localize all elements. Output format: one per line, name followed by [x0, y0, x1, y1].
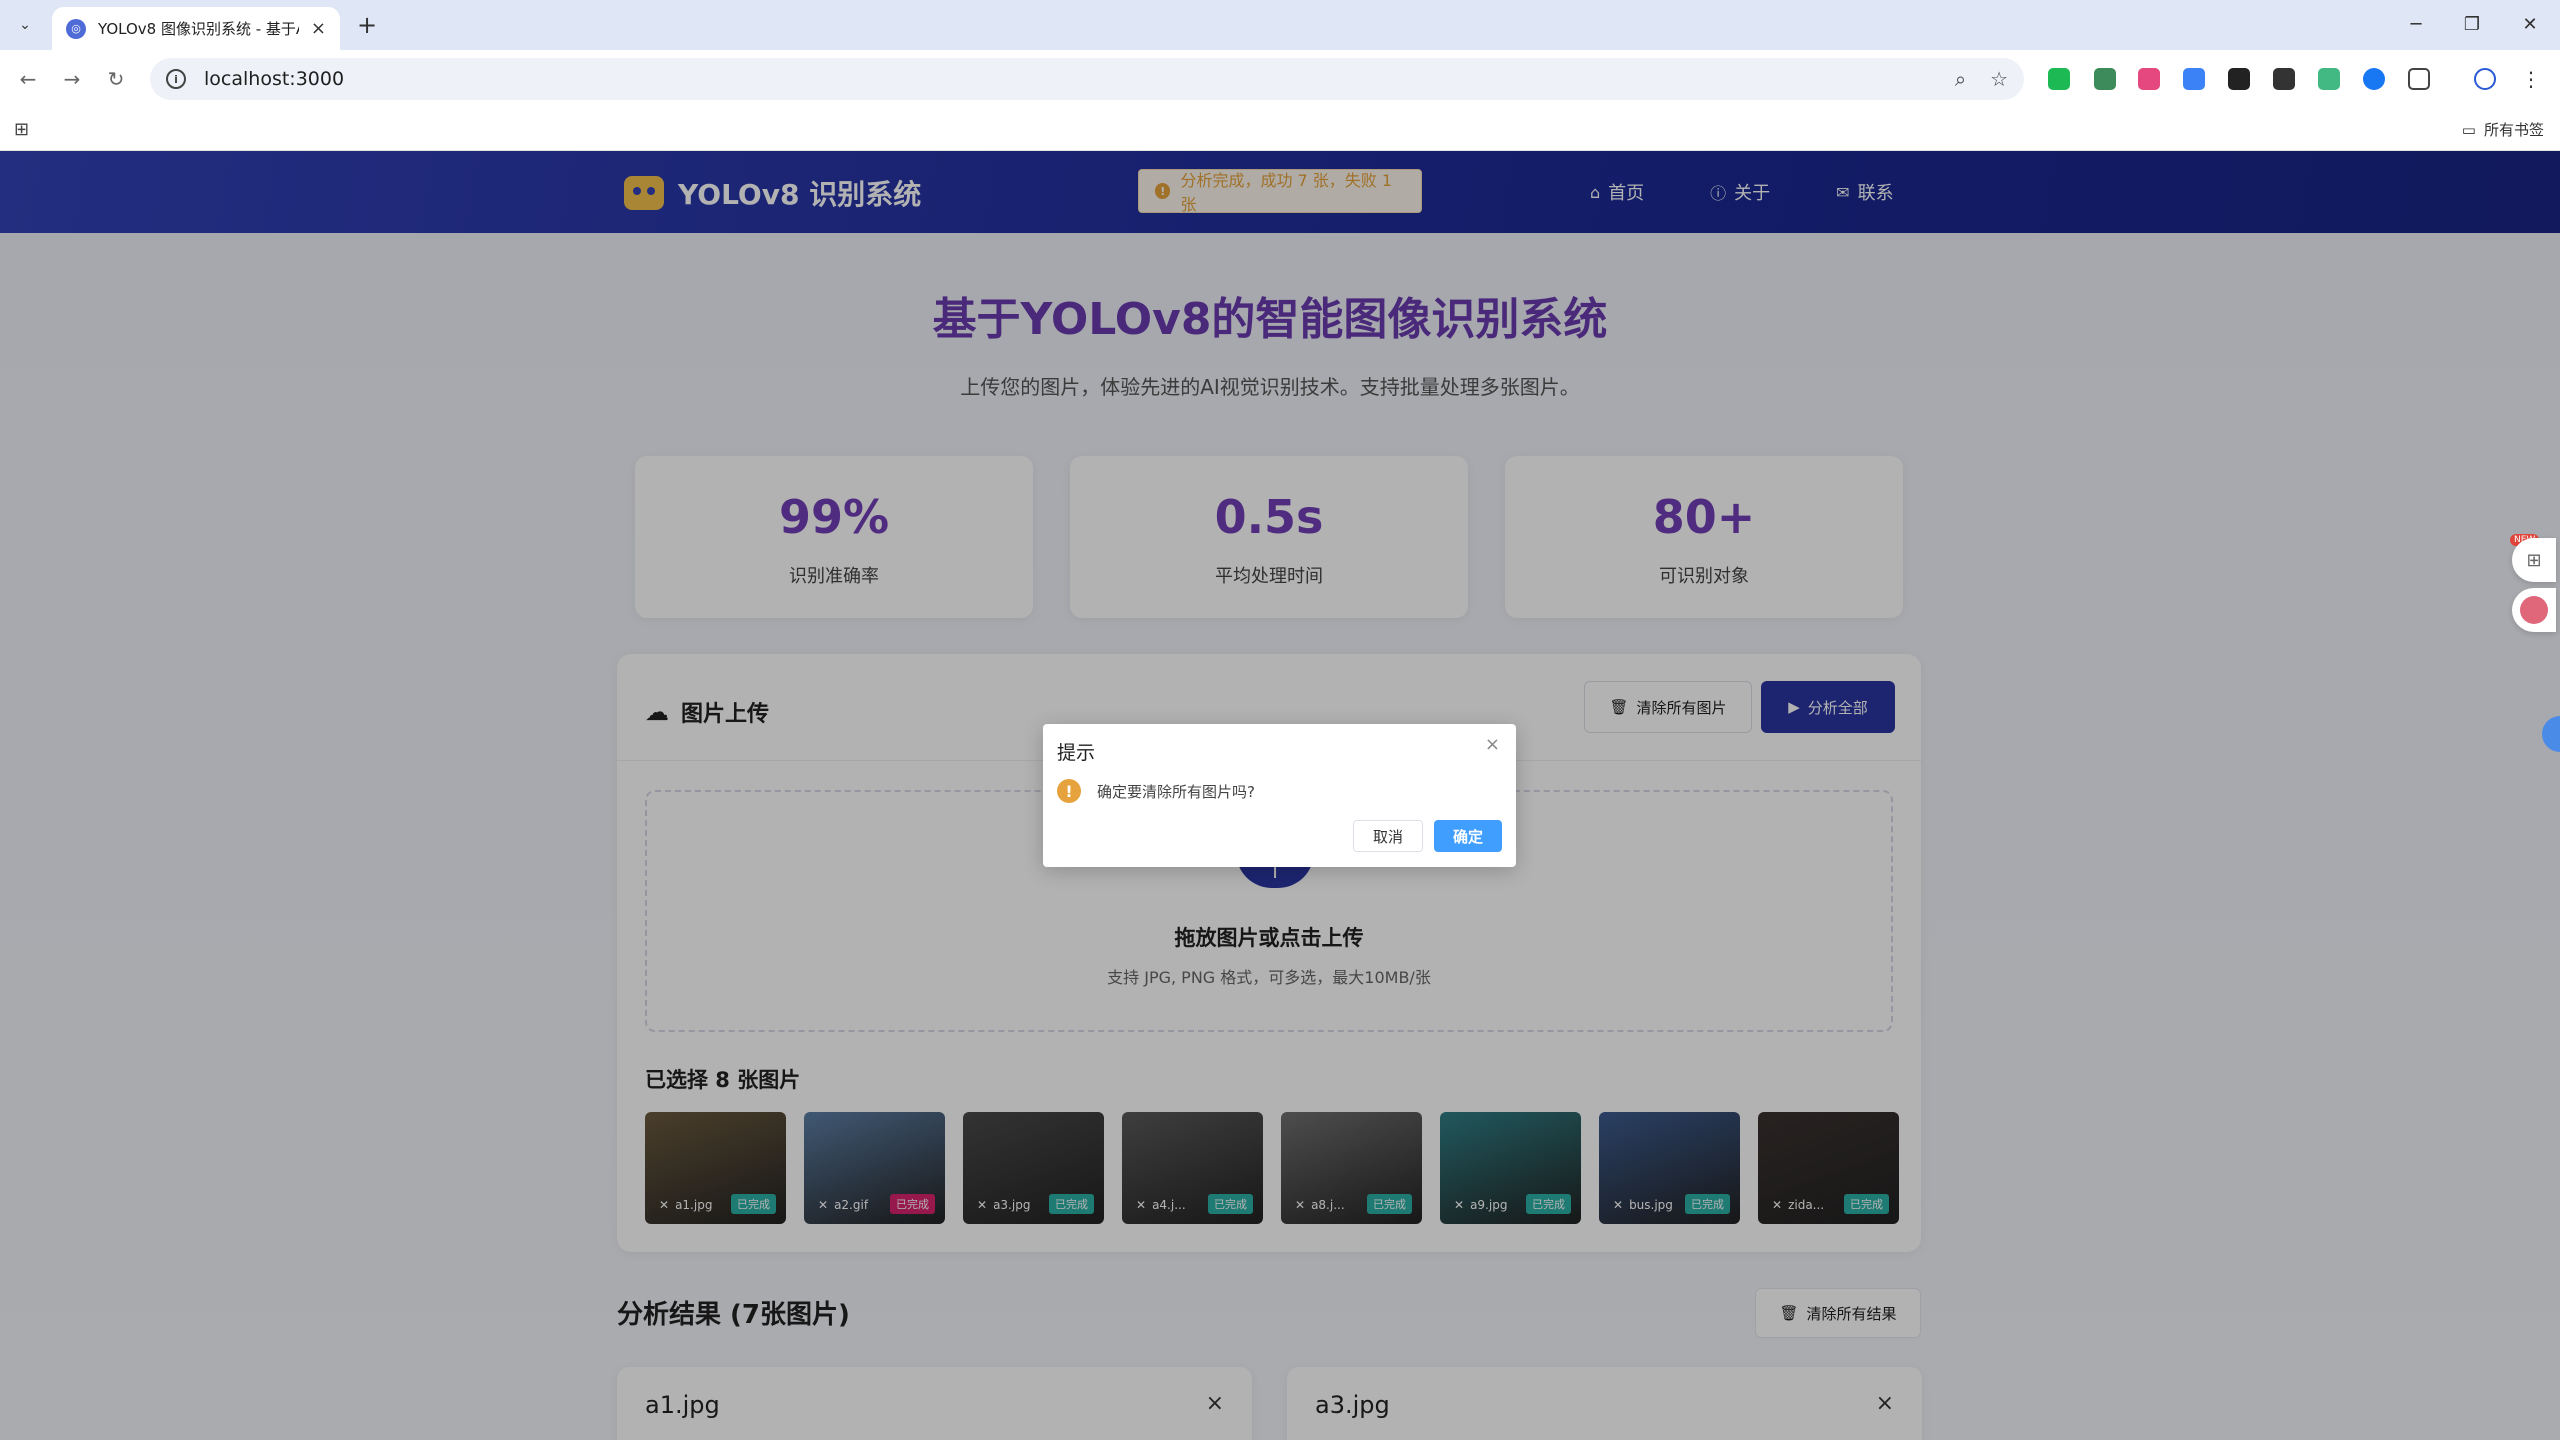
confirm-button[interactable]: 确定: [1434, 820, 1502, 852]
extension-messenger-icon[interactable]: [2363, 68, 2385, 90]
folder-icon: ▭: [2461, 120, 2476, 139]
minimize-button[interactable]: ─: [2396, 8, 2436, 40]
bookmark-star-icon[interactable]: ☆: [1990, 67, 2008, 91]
browser-tab[interactable]: ◎ YOLOv8 图像识别系统 - 基于AI ×: [52, 7, 340, 50]
tab-strip: ⌄ ◎ YOLOv8 图像识别系统 - 基于AI × + ─ ❐ ✕: [0, 0, 2560, 50]
all-bookmarks-label: 所有书签: [2483, 121, 2544, 139]
address-bar[interactable]: i localhost:3000 ⌕ ☆: [150, 58, 2024, 100]
browser-toolbar: ← → ↻ i localhost:3000 ⌕ ☆: [0, 50, 2560, 107]
restore-button[interactable]: ❐: [2452, 8, 2492, 40]
confirm-dialog: 提示 × ! 确定要清除所有图片吗? 取消 确定: [1043, 724, 1516, 867]
zoom-icon[interactable]: ⌕: [1955, 67, 1966, 91]
extension-layers-icon[interactable]: [2183, 68, 2205, 90]
bookmarks-bar: ⊞ ▭ 所有书签: [0, 107, 2560, 151]
url-text[interactable]: localhost:3000: [204, 68, 1931, 90]
side-translate-icon[interactable]: [2512, 588, 2556, 632]
tab-close-icon[interactable]: ×: [311, 18, 326, 39]
forward-icon[interactable]: →: [56, 63, 88, 95]
extension-translate-icon[interactable]: [2138, 68, 2160, 90]
side-qr-icon[interactable]: ⊞: [2512, 538, 2556, 582]
apps-grid-icon[interactable]: ⊞: [14, 119, 29, 140]
profile-icon[interactable]: [2474, 68, 2496, 90]
all-bookmarks[interactable]: ▭ 所有书签: [2462, 119, 2544, 140]
close-icon[interactable]: ×: [1485, 734, 1500, 755]
warning-icon: !: [1057, 779, 1081, 803]
cancel-button[interactable]: 取消: [1353, 820, 1423, 852]
extensions-puzzle-icon[interactable]: [2408, 68, 2430, 90]
extension-glasses-icon[interactable]: [2273, 68, 2295, 90]
menu-kebab-icon[interactable]: ⋮: [2520, 68, 2542, 90]
dialog-title: 提示: [1057, 742, 1096, 764]
reload-icon[interactable]: ↻: [100, 63, 132, 95]
close-window-button[interactable]: ✕: [2510, 8, 2550, 40]
extension-download-icon[interactable]: [2094, 68, 2116, 90]
extension-shield-icon[interactable]: [2048, 68, 2070, 90]
browser-chrome: ⌄ ◎ YOLOv8 图像识别系统 - 基于AI × + ─ ❐ ✕ ← → ↻…: [0, 0, 2560, 151]
new-tab-button[interactable]: +: [352, 10, 382, 40]
tab-title: YOLOv8 图像识别系统 - 基于AI: [98, 20, 299, 38]
extension-vue-icon[interactable]: [2318, 68, 2340, 90]
extension-panel-icon[interactable]: [2228, 68, 2250, 90]
tab-search-icon[interactable]: ⌄: [12, 12, 38, 38]
favicon-icon: ◎: [66, 18, 86, 39]
site-info-icon[interactable]: i: [166, 69, 186, 89]
back-icon[interactable]: ←: [12, 63, 44, 95]
dialog-message: 确定要清除所有图片吗?: [1097, 783, 1255, 801]
